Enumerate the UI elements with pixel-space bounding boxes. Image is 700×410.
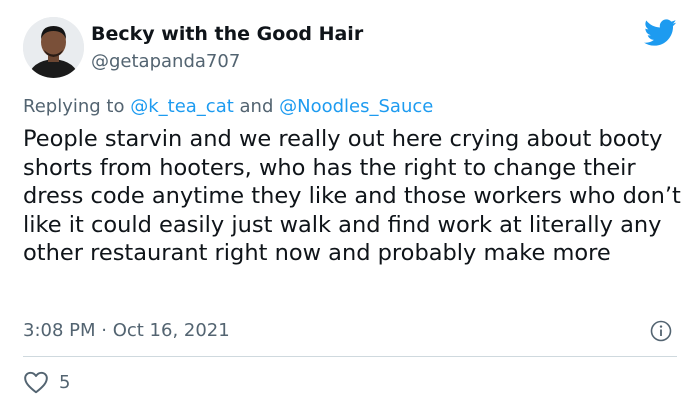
tweet-card: Becky with the Good Hair @getapanda707 R… <box>0 0 700 410</box>
avatar[interactable] <box>23 17 84 78</box>
like-count: 5 <box>59 371 71 393</box>
tweet-text: People starvin and we really out here cr… <box>23 126 681 266</box>
replying-to-line: Replying to @k_tea_cat and @Noodles_Sauc… <box>23 96 433 117</box>
author-handle[interactable]: @getapanda707 <box>91 51 240 72</box>
avatar-image <box>23 17 84 78</box>
tweet-timestamp[interactable]: 3:08 PM · Oct 16, 2021 <box>23 320 230 341</box>
info-icon[interactable] <box>650 320 672 342</box>
divider <box>23 356 677 357</box>
info-glyph <box>650 320 672 342</box>
twitter-bird-glyph <box>644 19 677 46</box>
mention-link[interactable]: @Noodles_Sauce <box>279 96 433 117</box>
replying-to-prefix: Replying to <box>23 96 125 117</box>
author-display-name[interactable]: Becky with the Good Hair <box>91 23 363 45</box>
mention-link[interactable]: @k_tea_cat <box>130 96 234 117</box>
heart-icon <box>24 371 48 394</box>
replying-to-joiner: and <box>239 96 274 117</box>
twitter-bird-icon[interactable] <box>644 19 677 47</box>
like-button[interactable]: 5 <box>23 370 70 394</box>
